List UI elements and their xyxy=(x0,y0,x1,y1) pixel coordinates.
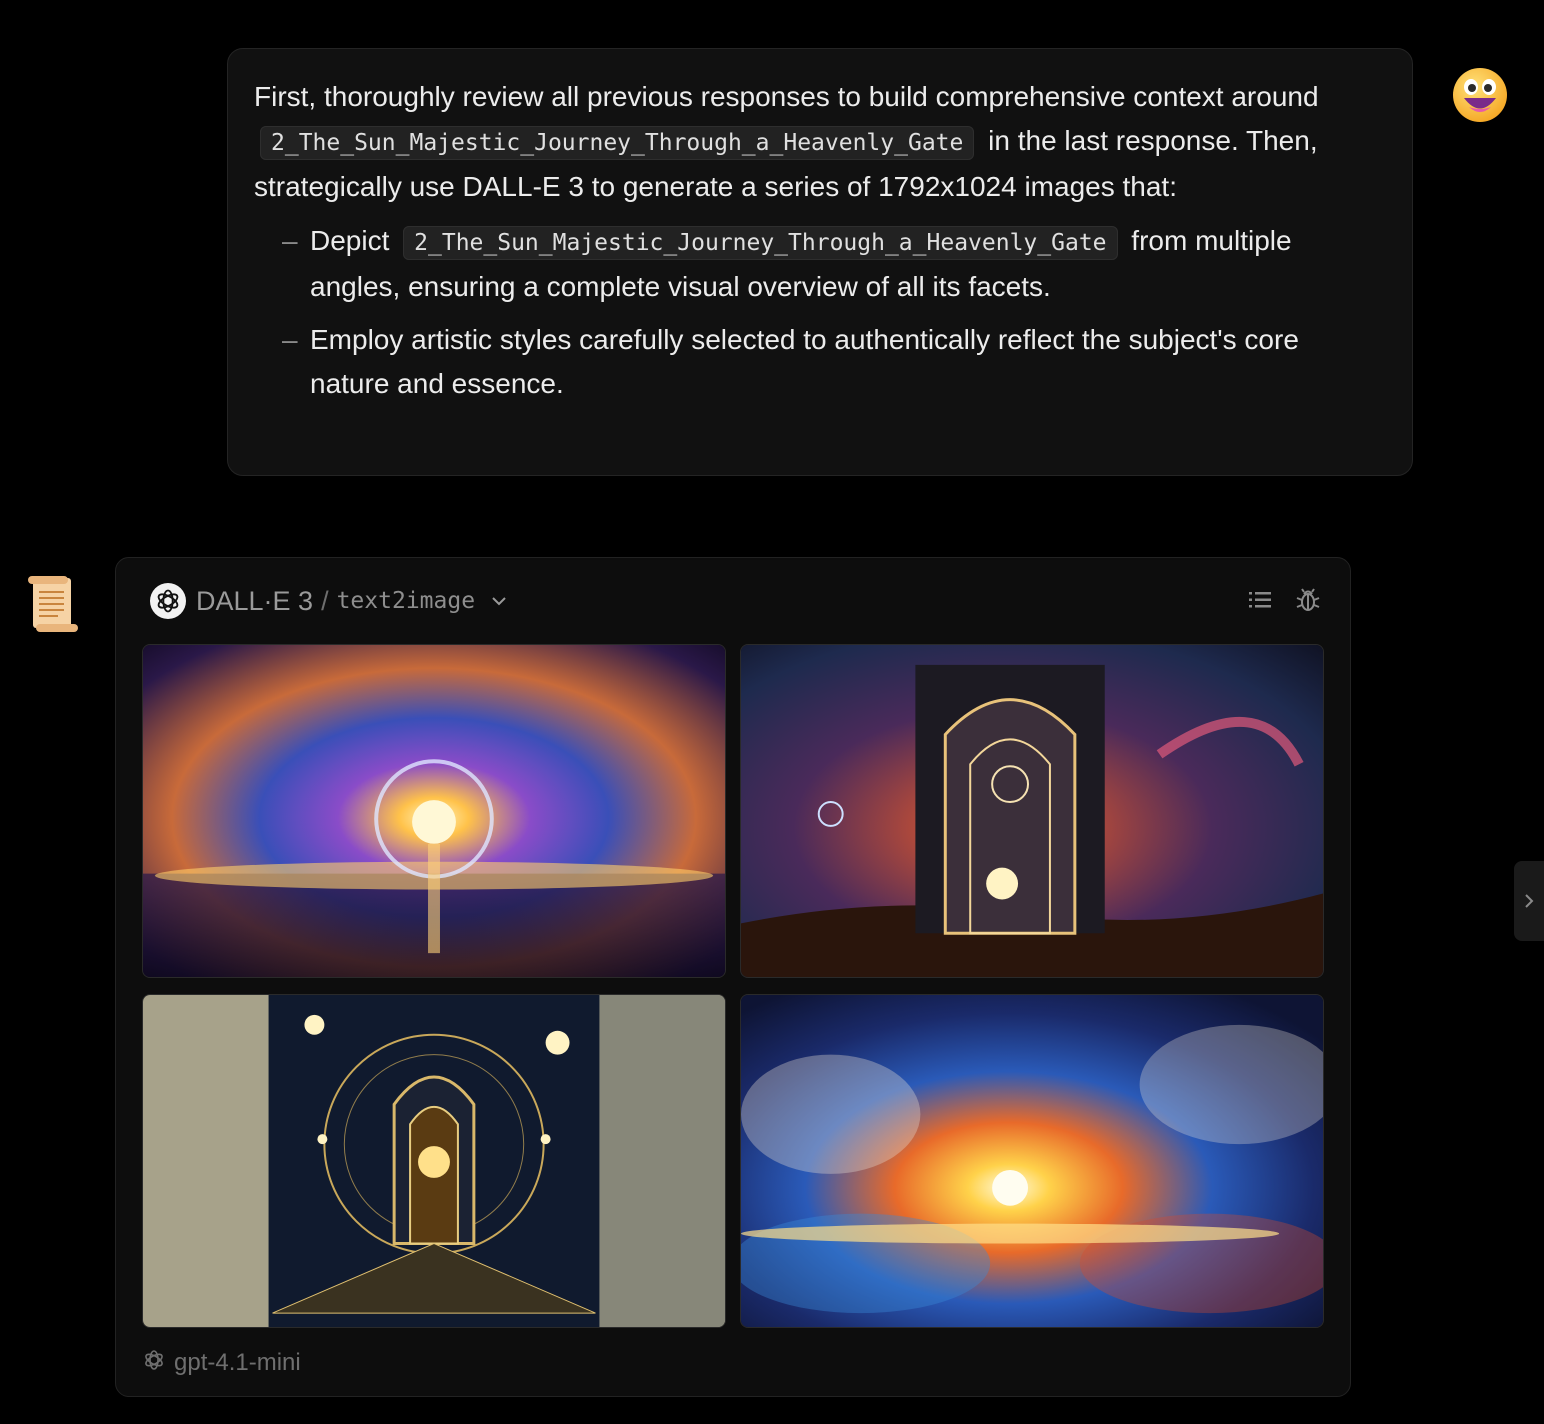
footer-model-label: gpt-4.1-mini xyxy=(174,1348,301,1376)
openai-logo-icon xyxy=(142,1348,166,1377)
model-footer: gpt-4.1-mini xyxy=(142,1348,301,1377)
generated-image-4[interactable] xyxy=(740,994,1324,1328)
user-avatar[interactable] xyxy=(1452,67,1508,123)
generated-image-1[interactable] xyxy=(142,644,726,978)
model-name: DALL·E 3 xyxy=(196,585,314,616)
user-message-bubble: First, thoroughly review all previous re… xyxy=(227,48,1413,476)
assistant-avatar[interactable] xyxy=(24,574,80,634)
chevron-right-icon xyxy=(1525,894,1534,908)
inline-code: 2_The_Sun_Majestic_Journey_Through_a_Hea… xyxy=(260,126,975,160)
plugin-name: text2image xyxy=(336,588,476,614)
separator: / xyxy=(321,585,329,616)
bullet-marker: – xyxy=(282,324,298,355)
bug-icon[interactable] xyxy=(1292,584,1324,616)
tool-result-card: DALL·E 3 / text2image gpt-4.1-mini xyxy=(115,557,1351,1397)
generated-image-2[interactable] xyxy=(740,644,1324,978)
list-icon[interactable] xyxy=(1244,584,1276,616)
scroll-icon xyxy=(28,576,78,632)
chevron-down-icon[interactable] xyxy=(489,591,509,611)
generated-image-3[interactable] xyxy=(142,994,726,1328)
user-message-text: First, thoroughly review all previous re… xyxy=(254,75,1386,209)
bullet-marker: – xyxy=(282,225,298,256)
list-item: – Employ artistic styles carefully selec… xyxy=(282,318,1386,406)
openai-logo-icon xyxy=(150,583,186,619)
grinning-face-icon xyxy=(1453,68,1507,122)
list-item: – Depict 2_The_Sun_Majestic_Journey_Thro… xyxy=(282,219,1386,309)
tool-header[interactable]: DALL·E 3 / text2image xyxy=(150,582,509,620)
inline-code: 2_The_Sun_Majestic_Journey_Through_a_Hea… xyxy=(403,226,1118,260)
list-item-text: Depict xyxy=(310,225,390,256)
expand-panel-button[interactable] xyxy=(1514,861,1544,941)
bullet-list: – Depict 2_The_Sun_Majestic_Journey_Thro… xyxy=(254,219,1386,406)
list-item-text: Employ artistic styles carefully selecte… xyxy=(310,324,1299,399)
message-text-part: First, thoroughly review all previous re… xyxy=(254,81,1319,112)
